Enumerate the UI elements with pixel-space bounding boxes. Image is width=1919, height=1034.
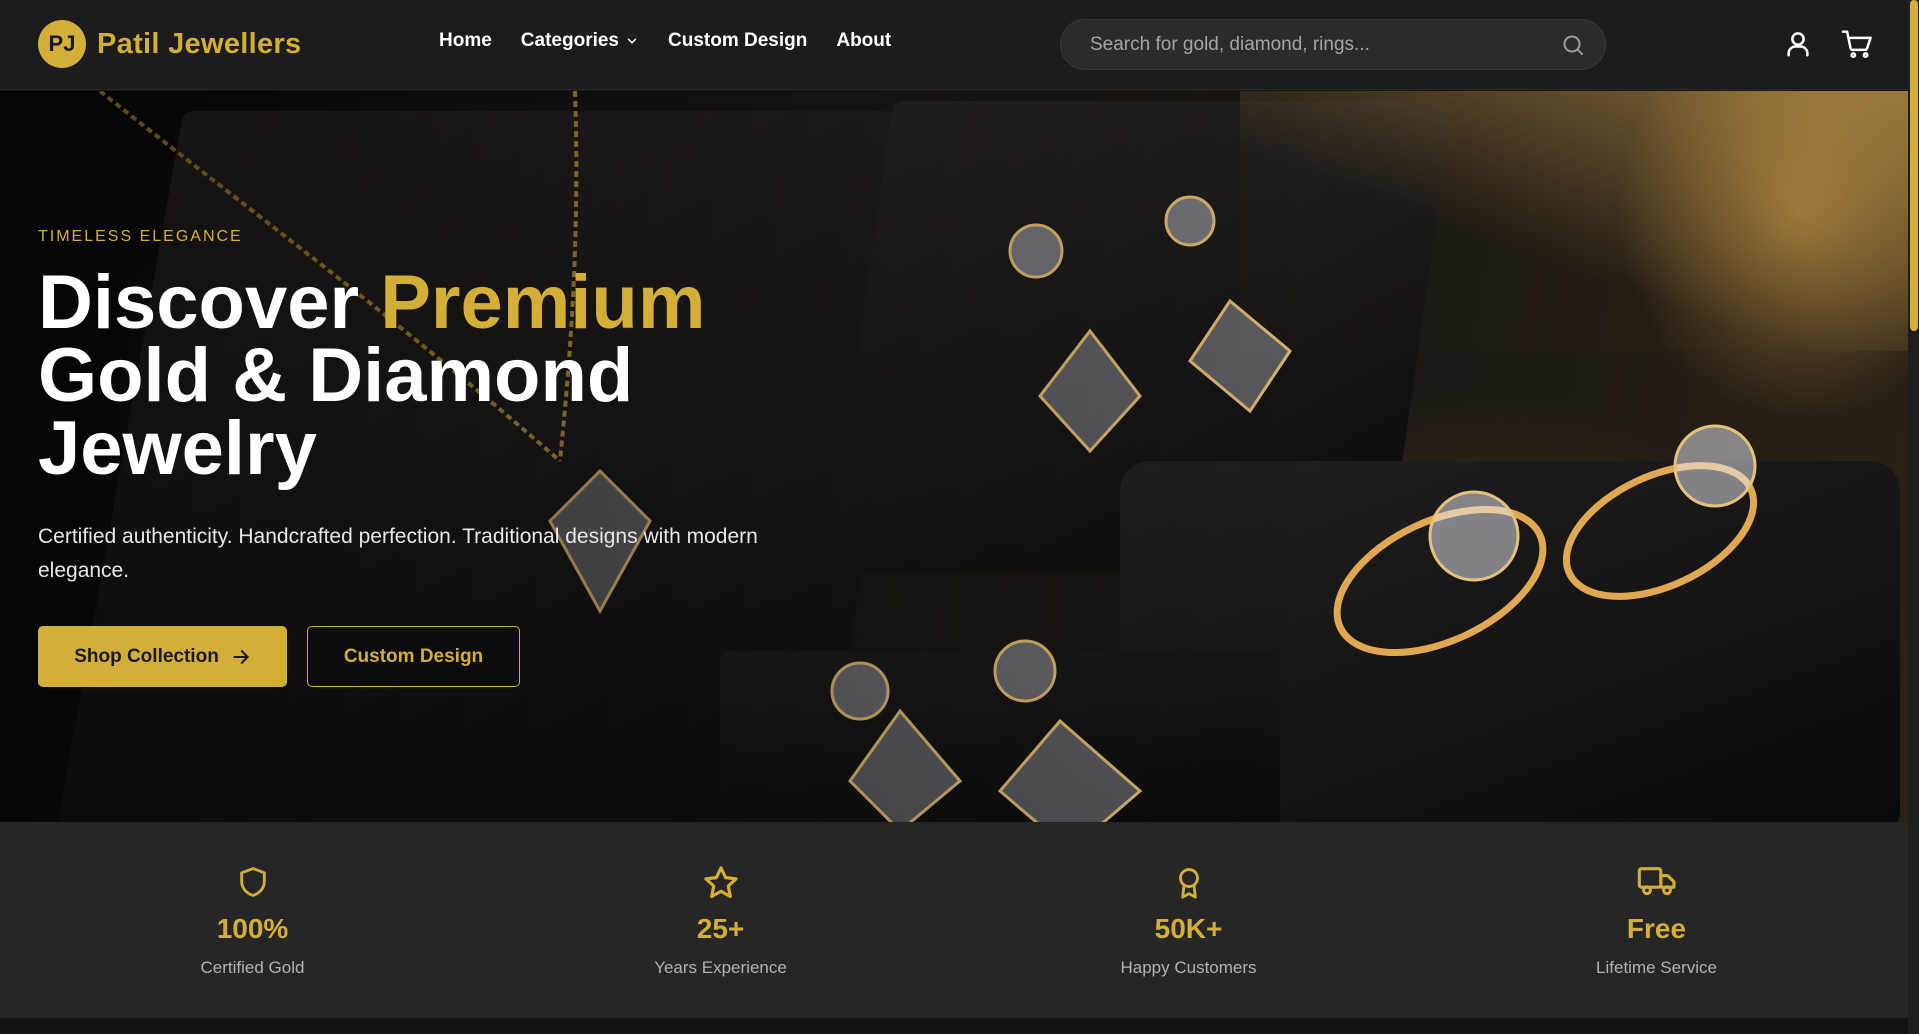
stat-value: 25+ [696, 913, 745, 944]
hero-section: TIMELESS ELEGANCE Discover Premium Gold … [0, 91, 1908, 822]
nav-custom-design-label: Custom Design [668, 30, 808, 51]
brand-name: Patil Jewellers [97, 27, 302, 60]
hero-eyebrow: TIMELESS ELEGANCE [38, 228, 243, 245]
brand-logo[interactable]: PJ Patil Jewellers [38, 20, 301, 68]
hero-title-line3: Jewelry [38, 406, 317, 491]
shield-icon [239, 867, 266, 897]
stat-certified-gold: 100% Certified Gold [14, 822, 491, 1018]
stat-happy-customers: 50K+ Happy Customers [950, 822, 1427, 1018]
nav-about-label: About [836, 30, 892, 51]
hero-subtitle: Certified authenticity. Handcrafted perf… [38, 525, 758, 582]
stat-label: Happy Customers [1120, 958, 1257, 977]
nav-categories[interactable]: Categories [521, 30, 639, 52]
custom-design-button[interactable]: Custom Design [307, 626, 520, 687]
custom-design-label: Custom Design [343, 645, 484, 667]
stat-label: Lifetime Service [1596, 958, 1717, 977]
nav-categories-label: Categories [520, 30, 619, 51]
nav-home-label: Home [439, 30, 492, 51]
search-icon[interactable] [1561, 33, 1585, 57]
chevron-down-icon [627, 38, 637, 44]
next-section-edge [0, 1018, 1908, 1034]
search-bar [1060, 19, 1606, 70]
site-header: PJ Patil Jewellers Home Categories Custo… [0, 0, 1908, 90]
nav-custom-design[interactable]: Custom Design [668, 30, 807, 52]
stat-lifetime-service: Free Lifetime Service [1418, 822, 1895, 1018]
award-icon [1178, 868, 1199, 899]
user-icon[interactable] [1783, 29, 1813, 59]
star-icon [703, 866, 738, 899]
arrow-right-icon [233, 649, 249, 664]
hero-title: Discover Premium Gold & Diamond Jewelry [38, 265, 798, 487]
stat-years-experience: 25+ Years Experience [482, 822, 959, 1018]
stats-section: 100% Certified Gold 25+ Years Experience… [0, 822, 1908, 1018]
stat-value: Free [1626, 913, 1687, 944]
truck-icon [1637, 867, 1675, 896]
shop-collection-label: Shop Collection [74, 645, 219, 667]
nav-home[interactable]: Home [439, 30, 492, 52]
search-input[interactable] [1061, 20, 1605, 69]
stat-label: Years Experience [654, 958, 787, 977]
nav-about[interactable]: About [836, 30, 891, 52]
stat-value: 50K+ [1154, 913, 1223, 944]
stat-label: Certified Gold [200, 958, 305, 977]
stat-value: 100% [216, 913, 289, 944]
page-scrollbar[interactable] [1908, 0, 1919, 1034]
main-nav: Home Categories Custom Design About [439, 30, 920, 52]
logo-mark: PJ [38, 20, 86, 68]
cart-icon[interactable] [1841, 29, 1873, 59]
scrollbar-thumb[interactable] [1910, 0, 1918, 331]
shop-collection-button[interactable]: Shop Collection [38, 626, 287, 687]
